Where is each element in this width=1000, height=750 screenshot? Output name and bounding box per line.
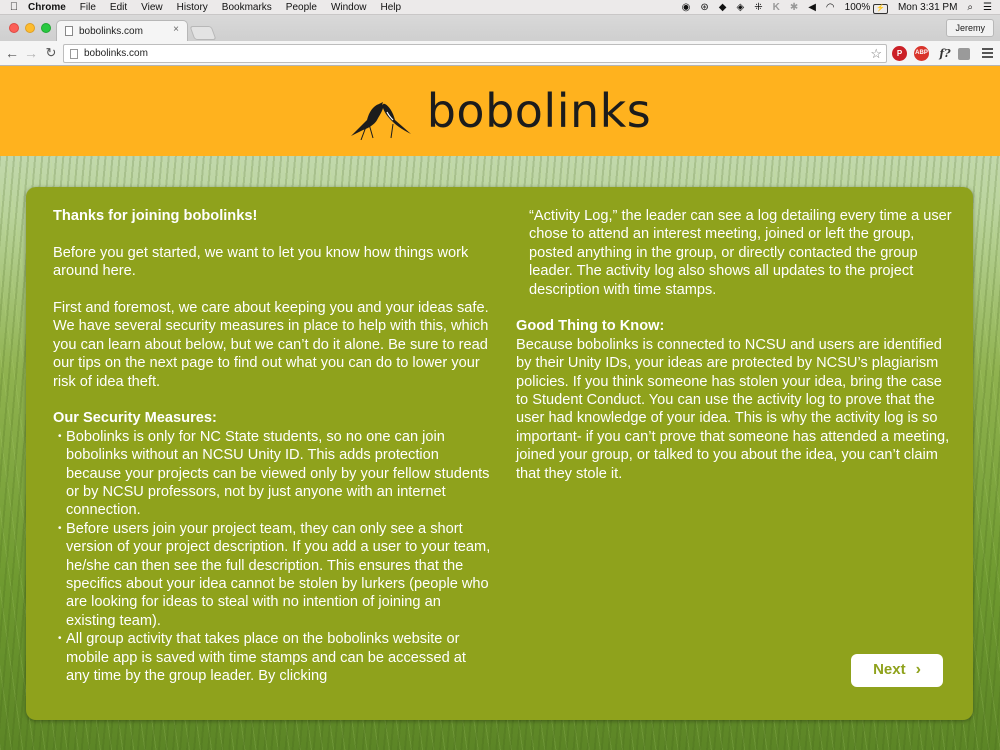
new-tab-button[interactable] bbox=[189, 26, 217, 40]
evernote-icon[interactable]: ◆ bbox=[719, 2, 727, 13]
close-tab-icon[interactable]: × bbox=[173, 24, 179, 35]
battery-percent[interactable]: 100% ⚡ bbox=[845, 2, 888, 14]
bookmark-star-icon[interactable]: ☆ bbox=[870, 46, 882, 62]
logo-wordmark: bobolinks bbox=[426, 84, 652, 138]
volume-icon[interactable]: ◀ bbox=[808, 2, 816, 13]
k-icon[interactable]: K bbox=[773, 2, 780, 13]
page-icon bbox=[70, 48, 78, 59]
notification-center-icon[interactable]: ☰ bbox=[983, 2, 992, 13]
forward-arrow-icon[interactable]: → bbox=[24, 44, 38, 62]
menu-file[interactable]: File bbox=[80, 2, 96, 13]
close-window-button[interactable] bbox=[9, 23, 19, 33]
birds-logo-icon bbox=[350, 102, 411, 140]
dropbox-icon[interactable]: ◈ bbox=[736, 2, 744, 13]
bobolinks-logo[interactable]: bobolinks bbox=[349, 82, 652, 140]
site-header: bobolinks bbox=[0, 66, 1000, 156]
zoom-window-button[interactable] bbox=[41, 23, 51, 33]
tab-strip: bobolinks.com × Jeremy bbox=[0, 15, 1000, 41]
good-thing-paragraph: Because bobolinks is connected to NCSU a… bbox=[516, 336, 950, 482]
intro-paragraph: Before you get started, we want to let y… bbox=[53, 244, 469, 280]
spotlight-icon[interactable]: ⌕ bbox=[967, 2, 973, 13]
adblock-icon[interactable]: ABP bbox=[914, 46, 929, 61]
bluetooth-icon[interactable]: ✱ bbox=[790, 2, 798, 13]
list-item: All group activity that takes place on t… bbox=[53, 630, 493, 685]
extension-icon[interactable] bbox=[958, 48, 970, 60]
tab-bobolinks[interactable]: bobolinks.com × bbox=[56, 20, 188, 41]
browser-toolbar: ← → ↻ bobolinks.com ☆ P ABP f? bbox=[0, 41, 1000, 66]
security-heading: Our Security Measures: bbox=[53, 410, 217, 427]
pinterest-icon[interactable]: P bbox=[892, 46, 907, 61]
welcome-card: Thanks for joining bobolinks! Before you… bbox=[26, 187, 973, 720]
welcome-heading: Thanks for joining bobolinks! bbox=[53, 208, 258, 224]
back-arrow-icon[interactable]: ← bbox=[5, 44, 19, 62]
font-inspector-icon[interactable]: f? bbox=[936, 46, 954, 61]
tab-title: bobolinks.com bbox=[79, 25, 143, 37]
right-column: “Activity Log,” the leader can see a log… bbox=[516, 207, 956, 501]
menu-help[interactable]: Help bbox=[381, 2, 402, 13]
web-page: bobolinks Thanks for joining bobolinks! … bbox=[0, 66, 1000, 750]
chevron-right-icon: › bbox=[915, 661, 921, 679]
list-item: Bobolinks is only for NC State students,… bbox=[53, 428, 493, 520]
macos-menu-bar:  Chrome File Edit View History Bookmark… bbox=[0, 0, 1000, 15]
menu-app-name[interactable]: Chrome bbox=[28, 2, 66, 13]
safety-paragraph: First and foremost, we care about keepin… bbox=[53, 300, 489, 390]
creative-cloud-icon[interactable]: ⊛ bbox=[700, 2, 708, 13]
left-column: Thanks for joining bobolinks! Before you… bbox=[53, 207, 493, 686]
reload-icon[interactable]: ↻ bbox=[44, 44, 58, 62]
clock[interactable]: Mon 3:31 PM bbox=[898, 2, 957, 13]
good-thing-heading: Good Thing to Know: bbox=[516, 318, 665, 335]
page-icon bbox=[65, 26, 73, 36]
address-bar[interactable]: bobolinks.com ☆ bbox=[63, 44, 887, 63]
minimize-window-button[interactable] bbox=[25, 23, 35, 33]
list-item: Before users join your project team, the… bbox=[53, 520, 493, 630]
status-area: ◉ ⊛ ◆ ◈ ⁜ K ✱ ◀ ◠ 100% ⚡ Mon 3:31 PM ⌕ ☰ bbox=[672, 0, 992, 15]
menu-view[interactable]: View bbox=[141, 2, 163, 13]
wifi-icon[interactable]: ◠ bbox=[826, 2, 835, 13]
chrome-menu-icon[interactable] bbox=[982, 48, 993, 60]
chrome-status-icon[interactable]: ◉ bbox=[682, 2, 691, 13]
next-button[interactable]: Next › bbox=[851, 654, 943, 687]
activity-log-continuation: “Activity Log,” the leader can see a log… bbox=[529, 208, 952, 298]
menu-people[interactable]: People bbox=[286, 2, 317, 13]
menu-edit[interactable]: Edit bbox=[110, 2, 127, 13]
menu-bookmarks[interactable]: Bookmarks bbox=[222, 2, 272, 13]
menu-history[interactable]: History bbox=[177, 2, 208, 13]
next-label: Next bbox=[873, 661, 906, 679]
url-text: bobolinks.com bbox=[84, 48, 148, 59]
profile-button[interactable]: Jeremy bbox=[946, 19, 994, 37]
battery-icon: ⚡ bbox=[873, 3, 888, 14]
menu-window[interactable]: Window bbox=[331, 2, 367, 13]
apple-icon[interactable]:  bbox=[0, 1, 28, 13]
security-list: Bobolinks is only for NC State students,… bbox=[53, 428, 493, 686]
grid-icon[interactable]: ⁜ bbox=[754, 2, 762, 13]
